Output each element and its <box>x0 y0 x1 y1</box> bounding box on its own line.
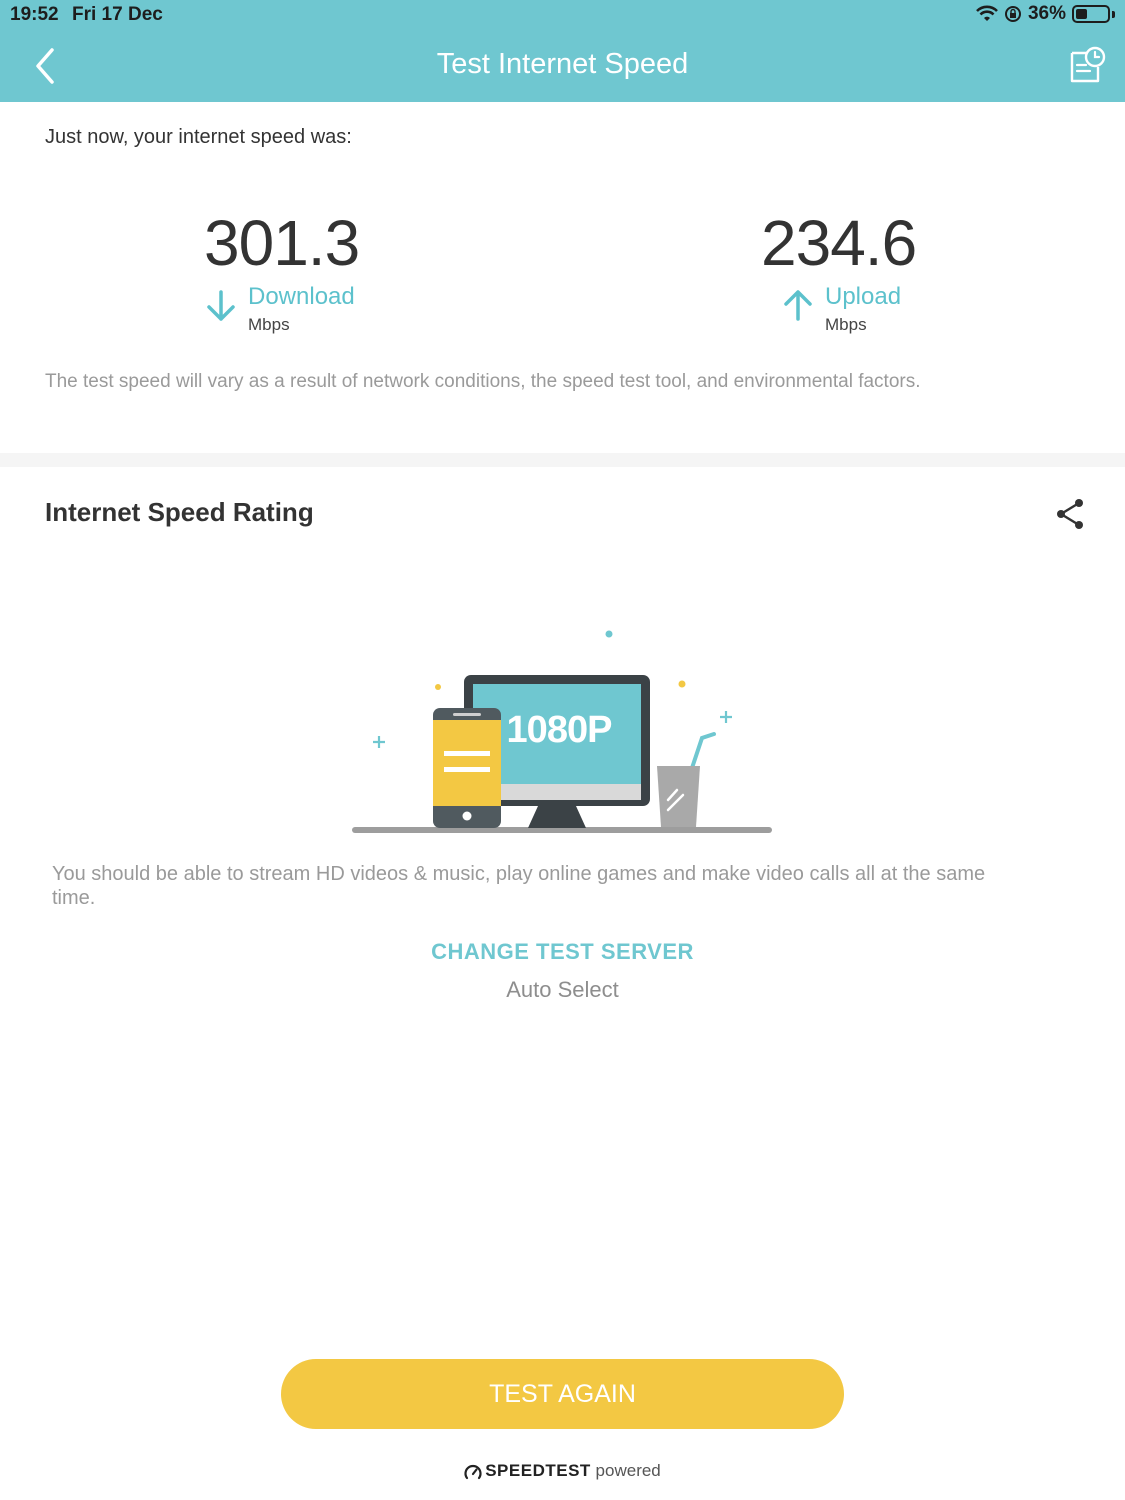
share-icon <box>1057 499 1083 529</box>
upload-unit: Mbps <box>825 315 867 334</box>
arrow-up-icon <box>784 290 812 321</box>
wifi-icon <box>976 5 998 21</box>
rating-description: You should be able to stream HD videos &… <box>52 863 986 909</box>
download-value: 301.3 <box>204 207 360 279</box>
history-button[interactable] <box>1068 45 1106 85</box>
monitor-stand <box>528 806 586 828</box>
rating-title: Internet Speed Rating <box>45 497 314 527</box>
phone-screen <box>433 720 501 806</box>
speed-disclaimer: The test speed will vary as a result of … <box>45 371 921 392</box>
battery-nub <box>1112 10 1115 18</box>
battery-percent: 36% <box>1027 3 1066 24</box>
phone-line <box>444 751 490 756</box>
app-header: 19:52 Fri 17 Dec 36% Test Internet Speed <box>0 0 1125 102</box>
phone-button <box>462 811 472 821</box>
status-indicators: 36% <box>976 3 1115 25</box>
phone-line <box>444 767 490 772</box>
upload-label: Upload <box>825 283 902 310</box>
status-bar: 19:52 Fri 17 Dec 36% <box>0 0 1125 30</box>
battery-icon <box>1072 5 1110 23</box>
upload-value: 234.6 <box>761 207 917 279</box>
sparkle-dot <box>678 680 686 688</box>
download-unit: Mbps <box>248 315 290 334</box>
test-again-button[interactable]: TEST AGAIN <box>281 1359 844 1429</box>
history-report-icon <box>1070 46 1106 83</box>
page-title: Test Internet Speed <box>436 48 689 80</box>
speedtest-gauge-icon <box>464 1464 482 1479</box>
sparkle-plus <box>373 736 385 748</box>
result-intro: Just now, your internet speed was: <box>45 126 352 148</box>
orientation-lock-icon <box>1004 6 1021 22</box>
phone-speaker <box>453 713 481 716</box>
resolution-text: 1080P <box>507 709 613 751</box>
hd-streaming-illustration: 1080P <box>352 630 772 833</box>
cup-body <box>657 766 700 827</box>
sparkle-dot <box>435 684 441 690</box>
straw <box>690 732 716 770</box>
status-date: Fri 17 Dec <box>72 4 163 25</box>
speedtest-brand: SPEEDTEST <box>485 1461 591 1480</box>
share-button[interactable] <box>1052 496 1088 532</box>
test-server-value: Auto Select <box>506 977 619 1002</box>
change-test-server-link[interactable]: CHANGE TEST SERVER <box>0 939 1125 965</box>
arrow-down-icon <box>207 290 235 321</box>
speedtest-powered-badge: SPEEDTEST powered <box>0 1461 1125 1481</box>
battery-fill <box>1076 9 1087 19</box>
status-time: 19:52 <box>10 4 59 25</box>
sparkle-plus <box>720 711 732 723</box>
download-label: Download <box>248 283 355 310</box>
section-divider <box>0 453 1125 467</box>
sparkle-dot <box>605 630 613 638</box>
powered-text: powered <box>595 1461 661 1480</box>
